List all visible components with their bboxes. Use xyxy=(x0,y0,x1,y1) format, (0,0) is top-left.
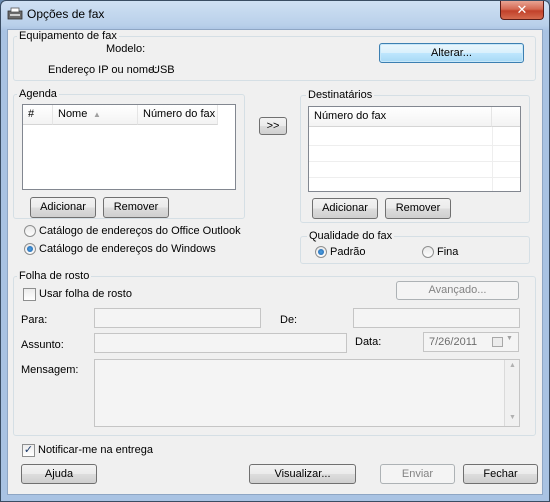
outlook-catalog-label[interactable]: Catálogo de endereços do Office Outlook xyxy=(39,225,241,238)
fax-options-window: Opções de fax ✕ Equipamento de fax Model… xyxy=(0,0,550,502)
fax-app-icon xyxy=(7,7,23,20)
agenda-remove-button[interactable]: Remover xyxy=(103,197,169,218)
agenda-col-index[interactable]: # xyxy=(23,105,53,125)
recipients-remove-button[interactable]: Remover xyxy=(385,198,451,219)
calendar-icon xyxy=(492,337,503,347)
preview-button[interactable]: Visualizar... xyxy=(249,464,356,484)
recipients-row-line xyxy=(309,145,520,146)
date-value: 7/26/2011 xyxy=(429,336,478,348)
agenda-add-button[interactable]: Adicionar xyxy=(30,197,96,218)
quality-fine-radio[interactable] xyxy=(422,246,434,258)
add-to-recipients-button[interactable]: >> xyxy=(259,117,287,135)
subject-label: Assunto: xyxy=(21,339,64,351)
close-icon: ✕ xyxy=(516,2,528,17)
close-window-button[interactable]: ✕ xyxy=(500,1,544,20)
use-cover-checkbox[interactable] xyxy=(23,288,36,301)
date-label: Data: xyxy=(355,336,382,348)
change-device-button[interactable]: Alterar... xyxy=(379,43,524,63)
agenda-group-label: Agenda xyxy=(17,88,59,100)
sort-ascending-icon: ▲ xyxy=(93,110,101,119)
window-title: Opções de fax xyxy=(27,7,105,21)
notify-label[interactable]: Notificar-me na entrega xyxy=(38,444,153,457)
recipients-row-line xyxy=(309,177,520,178)
message-label: Mensagem: xyxy=(21,364,79,376)
quality-standard-radio[interactable] xyxy=(315,246,327,258)
notify-checkbox[interactable]: ✓ xyxy=(22,444,35,457)
recipients-group-label: Destinatários xyxy=(306,89,375,101)
from-field[interactable] xyxy=(353,308,520,328)
subject-field[interactable] xyxy=(94,333,347,353)
message-field[interactable]: ▲ ▼ xyxy=(94,359,520,427)
to-field[interactable] xyxy=(94,308,261,328)
quality-standard-label[interactable]: Padrão xyxy=(330,246,365,259)
agenda-col-fax[interactable]: Número do fax xyxy=(138,105,218,125)
equipment-group-label: Equipamento de fax xyxy=(17,30,119,42)
to-label: Para: xyxy=(21,314,48,326)
scroll-up-icon[interactable]: ▲ xyxy=(509,362,516,369)
ip-value: USB xyxy=(152,64,175,76)
scroll-down-icon[interactable]: ▼ xyxy=(509,414,516,421)
agenda-col-name[interactable]: Nome ▲ xyxy=(53,105,138,125)
agenda-col-name-label: Nome xyxy=(58,108,88,120)
recipients-col-spacer xyxy=(492,107,520,127)
outlook-catalog-radio[interactable] xyxy=(24,225,36,237)
advanced-button[interactable]: Avançado... xyxy=(396,281,519,300)
message-scrollbar[interactable]: ▲ ▼ xyxy=(504,360,519,426)
recipients-col-fax[interactable]: Número do fax xyxy=(309,107,492,127)
agenda-list[interactable]: # Nome ▲ Número do fax xyxy=(22,104,236,190)
recipients-col-divider xyxy=(492,127,493,191)
send-button[interactable]: Enviar xyxy=(380,464,455,484)
model-label: Modelo: xyxy=(106,43,146,55)
quality-group-label: Qualidade do fax xyxy=(307,230,395,242)
recipients-add-button[interactable]: Adicionar xyxy=(312,198,378,219)
from-label: De: xyxy=(280,314,298,326)
chevron-down-icon: ▼ xyxy=(506,335,513,342)
date-picker[interactable]: 7/26/2011 ▼ xyxy=(423,332,519,352)
cover-group-label: Folha de rosto xyxy=(17,270,92,282)
dialog-body: Equipamento de fax Modelo: Endereço IP o… xyxy=(7,29,543,495)
title-bar[interactable]: Opções de fax ✕ xyxy=(1,1,549,27)
windows-catalog-radio[interactable] xyxy=(24,243,36,255)
help-button[interactable]: Ajuda xyxy=(21,464,97,484)
recipients-row-line xyxy=(309,161,520,162)
windows-catalog-label[interactable]: Catálogo de endereços do Windows xyxy=(39,243,216,256)
ip-label: Endereço IP ou nome: xyxy=(48,64,158,76)
recipients-list[interactable]: Número do fax xyxy=(308,106,521,192)
use-cover-label[interactable]: Usar folha de rosto xyxy=(39,288,132,301)
quality-fine-label[interactable]: Fina xyxy=(437,246,458,259)
close-button[interactable]: Fechar xyxy=(463,464,538,484)
